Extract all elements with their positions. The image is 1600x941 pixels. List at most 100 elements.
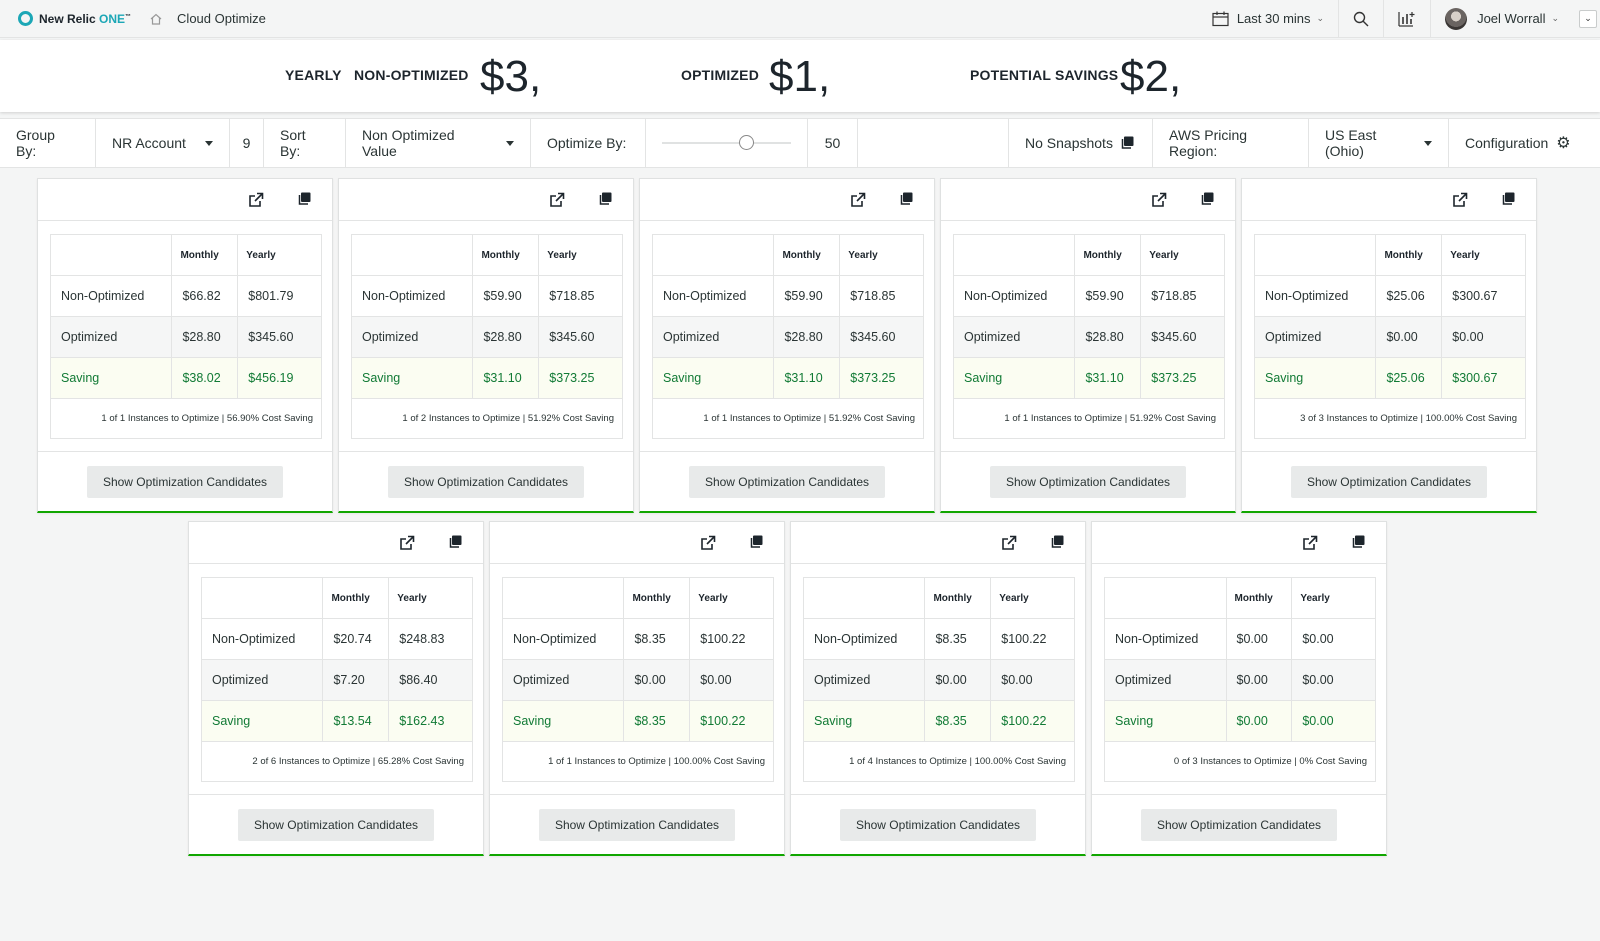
optimize-slider[interactable] — [646, 118, 808, 168]
group-count: 9 — [230, 118, 264, 168]
saving-monthly: $25.06 — [1375, 357, 1443, 399]
account-cost-card: Monthly Yearly Non-Optimized $25.06 $300… — [1241, 178, 1537, 513]
open-external-icon[interactable] — [850, 192, 866, 208]
table-row-non-optimized: Non-Optimized $59.90 $718.85 — [351, 275, 623, 317]
top-nav: New Relic ONE™ Cloud Optimize Last 30 mi… — [0, 0, 1600, 38]
saving-monthly: $31.10 — [1074, 357, 1142, 399]
table-header-blank — [953, 234, 1076, 276]
card-footer: Show Optimization Candidates — [1092, 794, 1386, 854]
optimized-monthly: $28.80 — [171, 316, 239, 358]
sort-by-label: Sort By: — [264, 118, 346, 168]
sort-by-dropdown[interactable]: Non Optimized Value — [346, 118, 531, 168]
table-row-saving: Saving $13.54 $162.43 — [201, 700, 473, 742]
account-cost-card: Monthly Yearly Non-Optimized $59.90 $718… — [639, 178, 935, 513]
instances-summary: 1 of 4 Instances to Optimize | 100.00% C… — [803, 741, 1075, 782]
non-optimized-monthly: $8.35 — [924, 618, 992, 660]
card-footer: Show Optimization Candidates — [490, 794, 784, 854]
saving-monthly: $8.35 — [623, 700, 691, 742]
table-header-blank — [652, 234, 775, 276]
collapse-toggle-icon[interactable]: ⌄ — [1579, 9, 1597, 28]
time-picker[interactable]: Last 30 mins ⌄ — [1198, 0, 1338, 38]
row-label-optimized: Optimized — [1254, 316, 1377, 358]
row-label-non-optimized: Non-Optimized — [502, 618, 625, 660]
copy-icon[interactable] — [1501, 192, 1515, 206]
account-cost-card: Monthly Yearly Non-Optimized $8.35 $100.… — [489, 521, 785, 856]
saving-yearly: $0.00 — [1291, 700, 1376, 742]
open-external-icon[interactable] — [1151, 192, 1167, 208]
card-footer: Show Optimization Candidates — [189, 794, 483, 854]
search-button[interactable] — [1338, 0, 1383, 38]
row-label-saving: Saving — [652, 357, 775, 399]
table-row-saving: Saving $0.00 $0.00 — [1104, 700, 1376, 742]
open-external-icon[interactable] — [700, 535, 716, 551]
copy-icon[interactable] — [749, 535, 763, 549]
optimized-yearly: $345.60 — [538, 316, 623, 358]
non-optimized-monthly: $20.74 — [322, 618, 390, 660]
non-optimized-monthly: $25.06 — [1375, 275, 1443, 317]
copy-icon[interactable] — [448, 535, 462, 549]
open-external-icon[interactable] — [549, 192, 565, 208]
copy-icon[interactable] — [1050, 535, 1064, 549]
search-icon — [1353, 11, 1369, 26]
row-label-optimized: Optimized — [652, 316, 775, 358]
open-external-icon[interactable] — [399, 535, 415, 551]
region-dropdown[interactable]: US East (Ohio) — [1309, 118, 1449, 168]
saving-monthly: $8.35 — [924, 700, 992, 742]
optimized-monthly: $0.00 — [1226, 659, 1293, 701]
row-label-non-optimized: Non-Optimized — [953, 275, 1076, 317]
copy-icon[interactable] — [1351, 535, 1365, 549]
group-by-dropdown[interactable]: NR Account — [96, 118, 230, 168]
table-header-monthly: Monthly — [924, 577, 992, 619]
show-optimization-candidates-button[interactable]: Show Optimization Candidates — [839, 808, 1037, 841]
copy-icon[interactable] — [297, 192, 311, 206]
show-optimization-candidates-button[interactable]: Show Optimization Candidates — [387, 465, 585, 498]
slider-handle[interactable] — [739, 135, 754, 150]
open-external-icon[interactable] — [1001, 535, 1017, 551]
optimized-yearly: $86.40 — [388, 659, 473, 701]
home-icon[interactable] — [149, 12, 163, 26]
user-menu[interactable]: Joel Worrall ⌄ — [1430, 0, 1573, 38]
row-label-saving: Saving — [1104, 700, 1227, 742]
region-label: AWS Pricing Region: — [1153, 118, 1309, 168]
open-external-icon[interactable] — [1452, 192, 1468, 208]
saving-yearly: $373.25 — [538, 357, 623, 399]
show-optimization-candidates-button[interactable]: Show Optimization Candidates — [237, 808, 435, 841]
non-optimized-monthly: $66.82 — [171, 275, 239, 317]
table-header-monthly: Monthly — [171, 234, 239, 276]
breadcrumb-cloud-optimize[interactable]: Cloud Optimize — [177, 11, 266, 26]
saving-monthly: $13.54 — [322, 700, 390, 742]
row-label-optimized: Optimized — [803, 659, 926, 701]
show-optimization-candidates-button[interactable]: Show Optimization Candidates — [1140, 808, 1338, 841]
account-cost-card: Monthly Yearly Non-Optimized $66.82 $801… — [37, 178, 333, 513]
row-label-optimized: Optimized — [1104, 659, 1227, 701]
card-header — [1242, 179, 1536, 221]
add-data-button[interactable] — [1383, 0, 1430, 38]
open-external-icon[interactable] — [1302, 535, 1318, 551]
user-name: Joel Worrall — [1477, 11, 1546, 26]
show-optimization-candidates-button[interactable]: Show Optimization Candidates — [86, 465, 284, 498]
table-row-optimized: Optimized $0.00 $0.00 — [502, 659, 774, 701]
table-row-optimized: Optimized $0.00 $0.00 — [1104, 659, 1376, 701]
non-optimized-yearly: $718.85 — [538, 275, 623, 317]
show-optimization-candidates-button[interactable]: Show Optimization Candidates — [989, 465, 1187, 498]
snapshots-button[interactable]: No Snapshots — [1008, 118, 1153, 168]
optimized-monthly: $0.00 — [1375, 316, 1443, 358]
brand-logo[interactable]: New Relic ONE™ — [18, 11, 131, 26]
copy-icon[interactable] — [1200, 192, 1214, 206]
show-optimization-candidates-button[interactable]: Show Optimization Candidates — [538, 808, 736, 841]
configuration-button[interactable]: Configuration ⚙ — [1449, 118, 1599, 168]
saving-yearly: $162.43 — [388, 700, 473, 742]
row-label-saving: Saving — [50, 357, 173, 399]
copy-icon[interactable] — [598, 192, 612, 206]
table-row-non-optimized: Non-Optimized $25.06 $300.67 — [1254, 275, 1526, 317]
open-external-icon[interactable] — [248, 192, 264, 208]
row-label-optimized: Optimized — [50, 316, 173, 358]
new-relic-logo-icon — [18, 11, 33, 26]
cost-summary-bar: YEARLY NON-OPTIMIZED $3, OPTIMIZED $1, P… — [0, 40, 1600, 112]
show-optimization-candidates-button[interactable]: Show Optimization Candidates — [688, 465, 886, 498]
copy-icon[interactable] — [899, 192, 913, 206]
table-header-monthly: Monthly — [623, 577, 691, 619]
show-optimization-candidates-button[interactable]: Show Optimization Candidates — [1290, 465, 1488, 498]
instances-summary: 0 of 3 Instances to Optimize | 0% Cost S… — [1104, 741, 1376, 782]
